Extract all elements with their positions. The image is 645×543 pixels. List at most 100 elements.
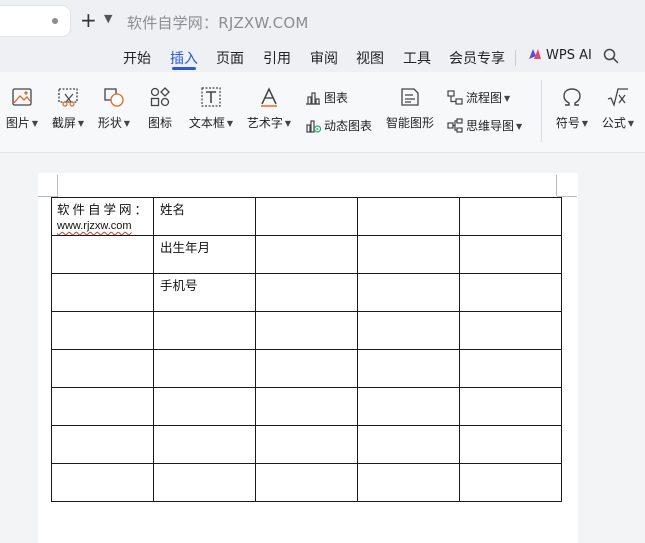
table-row <box>51 463 562 502</box>
table-cell[interactable] <box>357 463 460 502</box>
table-cell[interactable] <box>459 425 562 464</box>
document-table[interactable]: 软件自学网： www.rjzxw.com 姓名出生年月手机号 <box>51 197 562 502</box>
table-cell[interactable] <box>357 197 460 236</box>
smart-graphic-icon <box>401 88 419 106</box>
symbol-button[interactable]: 符号 ▼ <box>553 86 591 131</box>
table-cell[interactable]: 姓名 <box>153 197 256 236</box>
screenshot-label: 截屏 ▼ <box>51 116 85 130</box>
table-row <box>51 425 562 464</box>
cell-url-text: www.rjzxw.com <box>57 220 132 232</box>
table-cell[interactable] <box>459 197 562 236</box>
formula-button[interactable]: 公式 ▼ <box>598 86 638 131</box>
document-tab[interactable] <box>0 6 70 36</box>
table-cell[interactable] <box>357 387 460 426</box>
table-cell[interactable] <box>51 349 154 388</box>
dynamic-chart-button[interactable]: 动态图表 <box>305 117 372 134</box>
table-row <box>51 349 562 388</box>
textbox-icon <box>201 87 221 107</box>
table-cell[interactable] <box>153 349 256 388</box>
symbol-label: 符号 ▼ <box>555 116 589 130</box>
shapes-button[interactable]: 形状 ▼ <box>94 86 134 131</box>
tab-home[interactable]: 开始 <box>123 48 151 68</box>
table-cell[interactable] <box>255 311 358 350</box>
tab-list-chevron-down-icon[interactable]: ▼ <box>104 12 112 25</box>
flowchart-button[interactable]: 流程图 ▼ <box>447 89 510 106</box>
table-cell[interactable] <box>459 387 562 426</box>
icons-button[interactable]: 图标 <box>143 86 177 131</box>
tab-tools[interactable]: 工具 <box>403 48 431 68</box>
table-cell[interactable] <box>357 349 460 388</box>
wps-ai-button[interactable]: WPS AI <box>528 48 592 63</box>
smart-graphic-label: 智能图形 <box>385 116 434 130</box>
chart-button[interactable]: 图表 <box>305 89 348 106</box>
square-root-icon <box>607 88 628 108</box>
wordart-button[interactable]: 艺术字 ▼ <box>245 86 293 131</box>
table-cell[interactable] <box>255 349 358 388</box>
tab-page[interactable]: 页面 <box>216 48 244 68</box>
mindmap-label: 思维导图 <box>466 119 515 133</box>
table-cell[interactable] <box>357 311 460 350</box>
scissors-icon <box>58 88 78 107</box>
cell-text: 软件自学网： <box>57 203 151 217</box>
table-cell[interactable]: 出生年月 <box>153 235 256 274</box>
table-cell[interactable] <box>357 273 460 312</box>
icons-label: 图标 <box>147 116 172 130</box>
wordart-label: 艺术字 ▼ <box>246 116 292 130</box>
screenshot-button[interactable]: 截屏 ▼ <box>48 86 88 131</box>
table-cell[interactable] <box>51 235 154 274</box>
table-cell[interactable] <box>459 273 562 312</box>
table-cell[interactable]: 软件自学网： www.rjzxw.com <box>51 197 154 236</box>
cell-text: 姓名 <box>160 203 186 217</box>
flowchart-label: 流程图 <box>466 91 503 105</box>
tab-references[interactable]: 引用 <box>263 48 291 68</box>
tab-membership[interactable]: 会员专享 <box>449 48 505 68</box>
dynamic-chart-icon <box>306 120 322 133</box>
table-row <box>51 311 562 350</box>
table-cell[interactable] <box>51 311 154 350</box>
toolbar-divider <box>541 80 542 142</box>
table-cell[interactable] <box>459 463 562 502</box>
table-cell[interactable] <box>153 463 256 502</box>
table-cell[interactable] <box>51 387 154 426</box>
table-cell[interactable] <box>51 463 154 502</box>
mindmap-button[interactable]: 思维导图 ▼ <box>447 117 522 134</box>
picture-label: 图片 ▼ <box>5 116 39 130</box>
table-row: 手机号 <box>51 273 562 312</box>
table-cell[interactable] <box>153 387 256 426</box>
textbox-button[interactable]: 文本框 ▼ <box>187 86 235 131</box>
table-cell[interactable] <box>255 235 358 274</box>
table-cell[interactable] <box>357 235 460 274</box>
table-cell[interactable] <box>153 311 256 350</box>
tab-insert[interactable]: 插入 <box>170 48 198 68</box>
table-cell[interactable] <box>255 425 358 464</box>
flowchart-icon <box>447 90 463 105</box>
table-cell[interactable] <box>255 387 358 426</box>
table-cell[interactable]: 手机号 <box>153 273 256 312</box>
wps-ai-label: WPS AI <box>546 48 592 63</box>
table-cell[interactable] <box>255 197 358 236</box>
crop-mark <box>556 175 557 196</box>
wps-ai-logo-icon <box>529 49 541 59</box>
table-cell[interactable] <box>459 235 562 274</box>
tab-divider <box>515 50 516 66</box>
table-cell[interactable] <box>51 273 154 312</box>
tab-view[interactable]: 视图 <box>356 48 384 68</box>
table-cell[interactable] <box>357 425 460 464</box>
cell-text: 出生年月 <box>160 241 211 255</box>
table-cell[interactable] <box>459 349 562 388</box>
search-icon[interactable] <box>603 48 619 64</box>
table-cell[interactable] <box>51 425 154 464</box>
cell-text: 手机号 <box>160 279 198 293</box>
tab-review[interactable]: 审阅 <box>310 48 338 68</box>
table-cell[interactable] <box>255 463 358 502</box>
shapes-label: 形状 ▼ <box>97 116 131 130</box>
insert-toolbar: 图片 ▼ 截屏 ▼ 形状 ▼ 图标 文本框 ▼ 艺术字 ▼ 图表 动态图表 智能… <box>0 72 645 153</box>
new-tab-button[interactable]: + <box>80 9 97 31</box>
shapes-icon <box>104 88 124 107</box>
smart-graphic-button[interactable]: 智能图形 <box>384 86 436 131</box>
table-row: 软件自学网： www.rjzxw.com 姓名 <box>51 197 562 236</box>
table-cell[interactable] <box>153 425 256 464</box>
table-cell[interactable] <box>255 273 358 312</box>
picture-button[interactable]: 图片 ▼ <box>3 86 41 131</box>
table-cell[interactable] <box>459 311 562 350</box>
